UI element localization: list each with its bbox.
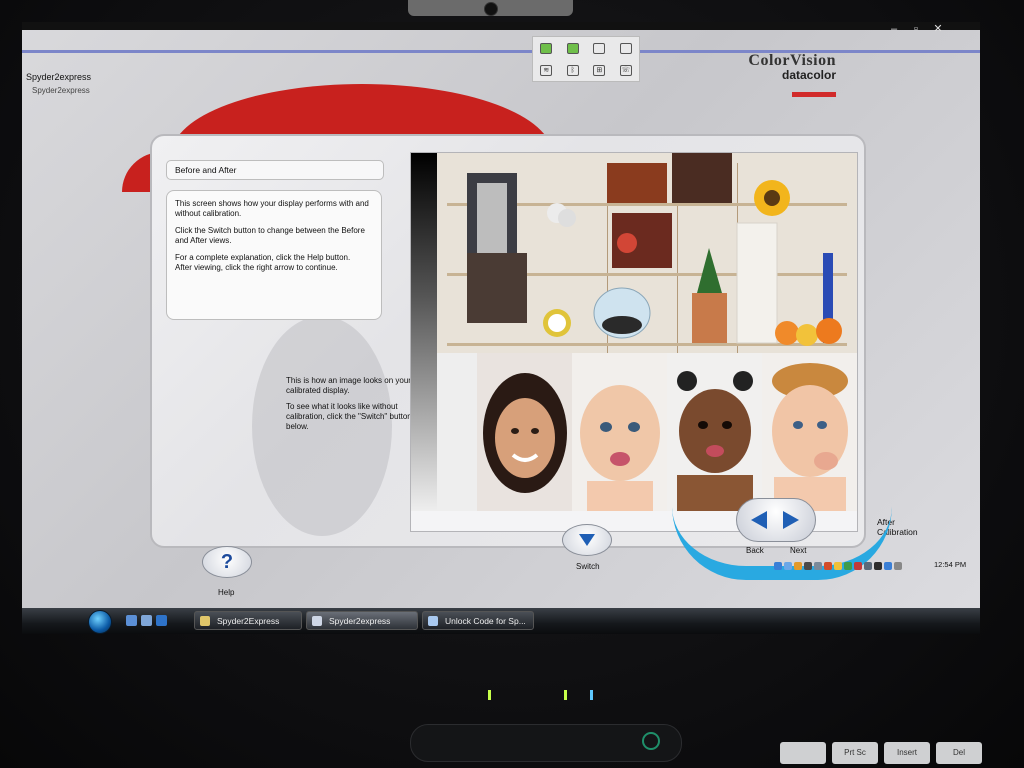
instruction-text: For a complete explanation, click the He… (175, 253, 351, 262)
phone-icon: ☏ (619, 64, 632, 76)
top-bar (22, 22, 980, 30)
webcam-lens (484, 2, 498, 16)
help-button[interactable]: ? (202, 546, 252, 578)
next-button[interactable] (779, 507, 805, 533)
close-button[interactable]: ✕ (930, 22, 946, 36)
taskbar-button[interactable]: Spyder2express (306, 611, 418, 630)
sample-photo (437, 153, 857, 511)
wifi-icon: ≋ (540, 64, 553, 76)
device-status-panel: ≋ ᛒ ⊞ ☏ (532, 36, 640, 82)
bluetooth-icon[interactable] (774, 562, 782, 570)
key-delete[interactable]: Del (936, 742, 982, 764)
wireless-icon[interactable] (884, 562, 892, 570)
switch-label: Switch (576, 562, 600, 571)
calibration-text: To see what it looks like without calibr… (286, 402, 412, 431)
taskbar-button[interactable]: Spyder2Express (194, 611, 302, 630)
monitor-icon (593, 42, 606, 54)
window-subtitle: Spyder2express (32, 86, 90, 95)
face-baby-3 (762, 353, 857, 511)
switch-button[interactable] (562, 524, 612, 556)
taskbar-clock[interactable]: 12:54 PM (934, 560, 966, 569)
key-prtsc[interactable]: Prt Sc (832, 742, 878, 764)
instruction-text: Click the Switch button to change betwee… (175, 226, 365, 245)
taskbar-button-label: Spyder2express (329, 616, 391, 626)
network-status-icon[interactable] (874, 562, 882, 570)
window-controls: – ▫ ✕ (886, 22, 946, 40)
calibration-text: This is how an image looks on your calib… (286, 376, 411, 395)
network-icon: ⊞ (593, 64, 606, 76)
status-led (488, 690, 491, 700)
logo-subtext: datacolor (781, 68, 836, 82)
sample-image-frame: After Calibration (410, 152, 918, 537)
screen-heading: Before and After (166, 160, 384, 180)
status-led (590, 690, 593, 700)
document-icon (428, 616, 438, 626)
app-icon (312, 616, 322, 626)
taskbar-button-label: Spyder2Express (217, 616, 280, 626)
security-icon[interactable] (854, 562, 862, 570)
instruction-text: After viewing, click the right arrow to … (175, 263, 338, 272)
main-panel: Before and After This screen shows how y… (150, 134, 918, 548)
update-icon[interactable] (844, 562, 852, 570)
ie-icon[interactable] (156, 615, 167, 626)
taskbar-button-label: Unlock Code for Sp... (445, 616, 526, 626)
power-icon[interactable] (642, 732, 660, 750)
status-led (564, 690, 567, 700)
next-arrow-icon (783, 511, 799, 529)
switch-down-icon (579, 534, 595, 546)
webcam-housing (408, 0, 573, 16)
screen: – ▫ ✕ Spyder2express Spyder2express ≋ ᛒ … (22, 22, 980, 634)
switch-windows-icon[interactable] (141, 615, 152, 626)
laptop-bezel: – ▫ ✕ Spyder2express Spyder2express ≋ ᛒ … (0, 0, 1024, 768)
power-icon[interactable] (864, 562, 872, 570)
back-label: Back (746, 546, 764, 555)
media-strip (410, 724, 682, 762)
help-label: Help (218, 588, 235, 597)
taskbar: Spyder2Express Spyder2express Unlock Cod… (22, 608, 980, 634)
monitor-icon (540, 42, 553, 54)
volume-icon[interactable] (894, 562, 902, 570)
shield-icon[interactable] (794, 562, 802, 570)
taskbar-button[interactable]: Unlock Code for Sp... (422, 611, 534, 630)
instruction-text: This screen shows how your display perfo… (175, 199, 369, 218)
display-icon[interactable] (814, 562, 822, 570)
face-baby-1 (572, 353, 667, 511)
key[interactable] (780, 742, 826, 764)
back-arrow-icon (751, 511, 767, 529)
faces-row (477, 353, 857, 511)
logo-bar (792, 92, 836, 97)
show-desktop-icon[interactable] (126, 615, 137, 626)
minimize-button[interactable]: – (886, 22, 902, 36)
alert-icon[interactable] (834, 562, 842, 570)
monitor-icon (619, 42, 632, 54)
battery-icon[interactable] (804, 562, 812, 570)
face-baby-2 (667, 353, 762, 511)
help-icon: ? (220, 550, 234, 573)
calibration-note: This is how an image looks on your calib… (286, 376, 426, 438)
folder-icon (200, 616, 210, 626)
maximize-button[interactable]: ▫ (908, 22, 924, 36)
instructions-box: This screen shows how your display perfo… (166, 190, 382, 320)
network-icon[interactable] (784, 562, 792, 570)
monitor-icon (566, 42, 579, 54)
title-stripe (22, 50, 980, 53)
next-label: Next (790, 546, 807, 555)
status-leds (488, 690, 598, 702)
antivirus-icon[interactable] (824, 562, 832, 570)
nav-control (736, 498, 816, 542)
face-woman (477, 353, 572, 511)
back-button[interactable] (745, 507, 771, 533)
colorvision-logo: ColorVision datacolor (724, 52, 836, 97)
keyboard-row: Prt Sc Insert Del (780, 742, 1024, 768)
key-insert[interactable]: Insert (884, 742, 930, 764)
grayscale-strip (411, 153, 437, 511)
start-button[interactable] (88, 610, 112, 634)
bluetooth-icon: ᛒ (566, 64, 579, 76)
window-title: Spyder2express (26, 72, 92, 82)
